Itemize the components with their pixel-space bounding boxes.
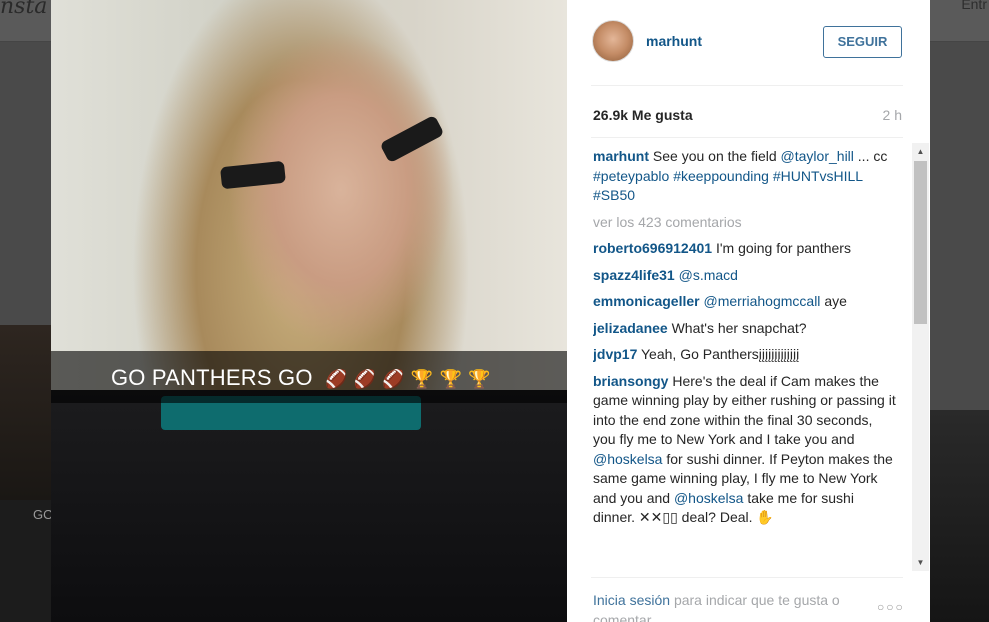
instagram-logo: nsta (0, 0, 48, 19)
post-header: marhunt SEGUIR (567, 0, 930, 85)
snap-caption-bar: GO PANTHERS GO 🏈 🏈 🏈 🏆 🏆 🏆 (51, 351, 567, 403)
hashtag-link[interactable]: #peteypablo (593, 168, 669, 184)
divider (591, 577, 903, 578)
comment-username[interactable]: emmonicageller (593, 293, 700, 309)
login-link-background: Entr (961, 0, 987, 12)
background-post-right (930, 410, 989, 622)
snap-caption: GO PANTHERS GO 🏈 🏈 🏈 🏆 🏆 🏆 (111, 365, 491, 391)
post-photo: GO PANTHERS GO 🏈 🏈 🏈 🏆 🏆 🏆 (51, 0, 567, 622)
avatar[interactable] (592, 20, 634, 62)
caption-text: See you on the field (652, 148, 777, 164)
divider (591, 137, 903, 138)
mention-link[interactable]: @hoskelsa (593, 451, 662, 467)
comment-username[interactable]: marhunt (593, 148, 649, 164)
snap-caption-text: GO PANTHERS GO (111, 365, 313, 390)
more-options-icon[interactable]: ○○○ (877, 600, 905, 614)
comment-text: aye (824, 293, 847, 309)
follow-button[interactable]: SEGUIR (823, 26, 902, 58)
football-icon: 🏈 (353, 369, 377, 390)
login-link[interactable]: Inicia sesión (593, 592, 670, 608)
comment-text: What's her snapchat? (671, 319, 807, 336)
list-item: roberto696912401 I'm going for panthers (593, 239, 898, 259)
mention-link[interactable]: @s.macd (679, 267, 738, 283)
list-item: jdvp17 Yeah, Go Panthersįįįįįįįįįįįįį (593, 345, 898, 365)
eye-black-left (220, 160, 286, 190)
eye-black-right (379, 114, 445, 164)
post-caption: marhunt See you on the field @taylor_hil… (593, 147, 898, 206)
login-prompt: Inicia sesión para indicar que te gusta … (593, 591, 873, 622)
list-item: briansongy Here's the deal if Cam makes … (593, 372, 898, 528)
scrollbar-thumb[interactable] (914, 161, 927, 324)
comments-scrollbar[interactable]: ▲ ▼ (912, 143, 929, 571)
background-post-left-image (0, 325, 51, 500)
mention-link[interactable]: @hoskelsa (674, 490, 743, 506)
comment-username[interactable]: briansongy (593, 373, 668, 389)
mention-link[interactable]: @merriahogmccall (704, 293, 821, 309)
divider (591, 85, 903, 86)
trophy-icon: 🏆 (439, 369, 463, 390)
post-time[interactable]: 2 h (883, 107, 902, 123)
post-side-panel: marhunt SEGUIR 26.9k Me gusta 2 h marhun… (567, 0, 930, 622)
football-icon: 🏈 (324, 369, 348, 390)
comment-username[interactable]: jelizadanee (593, 320, 668, 336)
comment-text: I'm going for panthers (715, 240, 851, 256)
mention-link[interactable]: @taylor_hill (781, 148, 854, 164)
likes-count[interactable]: 26.9k Me gusta (593, 107, 693, 123)
comment-username[interactable]: roberto696912401 (593, 240, 712, 256)
scroll-up-arrow-icon[interactable]: ▲ (912, 143, 929, 160)
football-icon: 🏈 (382, 369, 405, 390)
comment-username[interactable]: jdvp17 (593, 346, 637, 362)
post-username[interactable]: marhunt (646, 33, 702, 49)
caption-text-middle: ... cc (857, 148, 888, 164)
list-item: emmonicageller @merriahogmccall aye (593, 292, 898, 312)
list-item: jelizadanee What's her snapchat? (593, 319, 898, 339)
list-item: spazz4life31 @s.macd (593, 266, 898, 286)
comments-list: marhunt See you on the field @taylor_hil… (593, 147, 898, 567)
view-more-comments[interactable]: ver los 423 comentarios (593, 213, 898, 233)
comment-text: Yeah, Go Panthersįįįįįįįįįįįįį (641, 346, 800, 362)
trophy-icon: 🏆 (410, 369, 434, 390)
trophy-icon: 🏆 (468, 369, 491, 390)
comment-username[interactable]: spazz4life31 (593, 267, 675, 283)
scroll-down-arrow-icon[interactable]: ▼ (912, 554, 929, 571)
post-modal: GO PANTHERS GO 🏈 🏈 🏈 🏆 🏆 🏆 marhunt SEGUIR 26.… (51, 0, 930, 622)
